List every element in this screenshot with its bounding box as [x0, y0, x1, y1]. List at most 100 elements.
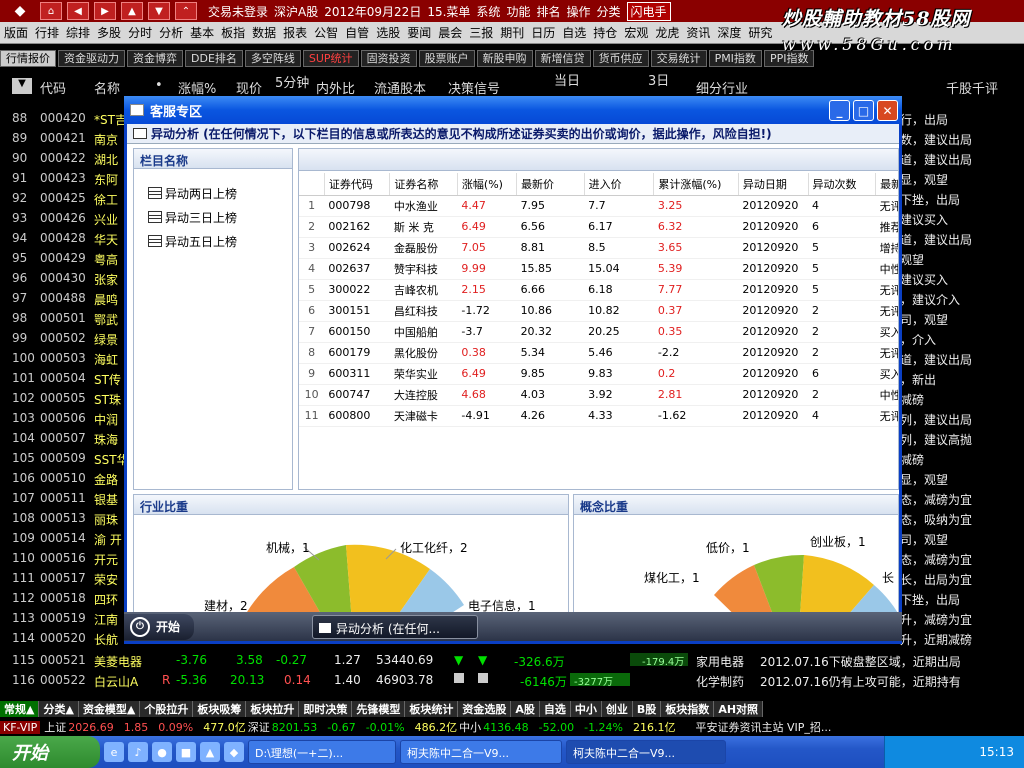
column-dropdown-icon[interactable]: ▼ — [12, 78, 32, 94]
menu-item[interactable]: 数据 — [252, 24, 276, 41]
menu-item[interactable]: 晨会 — [438, 24, 462, 41]
news-ticker[interactable]: 平安证券资讯主站 VIP_招... — [696, 719, 832, 735]
category-tab[interactable]: 资金模型▲ — [78, 701, 141, 717]
category-tab[interactable]: 资金选股 — [458, 701, 512, 717]
category-tab[interactable]: 中小 — [570, 701, 602, 717]
tab-item[interactable]: DDE排名 — [185, 49, 243, 67]
tab-item[interactable]: 货币供应 — [592, 49, 649, 67]
tab-item[interactable]: 行情报价 — [0, 49, 56, 67]
tab-item[interactable]: SUP统计 — [302, 49, 359, 67]
category-tab[interactable]: B股 — [632, 701, 662, 717]
grid-header-cell[interactable]: 累计涨幅(%) — [653, 173, 739, 196]
menu-item[interactable]: 深度 — [717, 24, 741, 41]
grid-row[interactable]: 3002624金磊股份7.058.818.53.65201209205增持 — [299, 237, 898, 259]
category-tab[interactable]: 先锋模型 — [352, 701, 406, 717]
kf-vip-label[interactable]: KF-VIP — [0, 720, 41, 734]
menu-item[interactable]: 期刊 — [500, 24, 524, 41]
grid-header-cell[interactable]: 异动次数 — [808, 173, 877, 196]
title-item[interactable]: 分类 — [596, 3, 620, 20]
grid-row[interactable]: 6 300151 昌红科技 -1.72 10.86 10.82 0.37 20120920 2 无… — [299, 300, 898, 322]
category-tab[interactable]: 即时决策 — [299, 701, 353, 717]
dialog-titlebar[interactable]: 客服专区 _ □ ✕ — [124, 96, 902, 124]
trade-icon[interactable]: ▲ — [200, 742, 220, 762]
menu-item[interactable]: 分析 — [159, 24, 183, 41]
grid-header-cell[interactable]: 进入价 — [584, 173, 655, 196]
col-comment[interactable]: 千股千评 — [946, 78, 998, 97]
task-app-2[interactable]: 柯夫陈中二合一V9... — [566, 740, 726, 764]
grid-header-cell[interactable] — [299, 173, 325, 196]
back-icon[interactable]: ◀ — [67, 2, 89, 20]
category-tab[interactable]: AH对照 — [714, 701, 764, 717]
grid-header-cell[interactable]: 异动日期 — [738, 173, 809, 196]
col-code[interactable]: 代码 — [40, 78, 66, 97]
menu-item[interactable]: 多股 — [97, 24, 121, 41]
title-item[interactable]: 功能 — [506, 3, 530, 20]
menu-item[interactable]: 行排 — [35, 24, 59, 41]
menu-item[interactable]: 版面 — [4, 24, 28, 41]
grid-row[interactable]: 1000798中水渔业4.477.957.73.25201209204无评级 — [299, 195, 898, 217]
grid-row[interactable]: 7600150中国船舶-3.720.3220.250.35201209202买入 — [299, 321, 898, 343]
category-tab[interactable]: 板块拉升 — [246, 701, 300, 717]
menu-item[interactable]: 资讯 — [686, 24, 710, 41]
menu-item[interactable]: 选股 — [376, 24, 400, 41]
category-tab[interactable]: 常规▲ — [0, 701, 40, 717]
grid-row[interactable]: 10600747大连控股4.684.033.922.81201209202中性 — [299, 384, 898, 406]
grid-header-cell[interactable]: 涨幅(%) — [457, 173, 518, 196]
category-tab[interactable]: 创业 — [601, 701, 633, 717]
tab-item[interactable]: 新增信贷 — [534, 49, 591, 67]
tab-item[interactable]: 资金博弈 — [127, 49, 183, 67]
table-row[interactable]: 115 000521 美菱电器 -3.76 3.58 -0.27 1.27 53… — [0, 650, 1024, 670]
menu-item[interactable]: 综排 — [66, 24, 90, 41]
grid-header-cell[interactable]: 最新价 — [516, 173, 585, 196]
col-change[interactable]: 涨幅% — [178, 78, 216, 97]
tab-item[interactable]: 新股申购 — [476, 49, 533, 67]
down-icon[interactable]: ▼ — [148, 2, 170, 20]
start-button[interactable]: 开始 — [0, 736, 100, 768]
maximize-icon[interactable]: □ — [853, 100, 874, 121]
category-tab[interactable]: A股 — [511, 701, 540, 717]
grid-header-cell[interactable]: 证券名称 — [389, 173, 458, 196]
list-item[interactable]: 异动两日上榜 — [148, 183, 237, 203]
ie-icon[interactable]: e — [104, 742, 124, 762]
category-tab[interactable]: 板块指数 — [661, 701, 715, 717]
menu-item[interactable]: 分时 — [128, 24, 152, 41]
list-item[interactable]: 异动五日上榜 — [148, 231, 237, 251]
title-item[interactable]: 15.菜单 — [427, 3, 470, 20]
app-icon[interactable]: ■ — [176, 742, 196, 762]
menu-item[interactable]: 日历 — [531, 24, 555, 41]
tab-item[interactable]: 股票账户 — [418, 49, 475, 67]
category-tab[interactable]: 自选 — [539, 701, 571, 717]
table-row[interactable]: 116 000522 白云山A R -5.36 20.13 0.14 1.40 … — [0, 670, 1024, 690]
col-price[interactable]: 现价 — [236, 78, 262, 97]
grid-row[interactable]: 9600311荣华实业6.499.859.830.2201209206买入 — [299, 363, 898, 385]
title-item[interactable]: 系统 — [476, 3, 500, 20]
home-icon[interactable]: ⌂ — [40, 2, 62, 20]
task-app-1[interactable]: 柯夫陈中二合一V9... — [400, 740, 562, 764]
grid-header-cell[interactable]: 最新评级 — [875, 173, 898, 196]
category-tab[interactable]: 分类▲ — [39, 701, 79, 717]
close-icon[interactable]: ✕ — [877, 100, 898, 121]
grid-header-cell[interactable]: 证券代码 — [324, 173, 391, 196]
menu-item[interactable]: 自选 — [562, 24, 586, 41]
tab-item[interactable]: PMI指数 — [708, 49, 762, 67]
menu-item[interactable]: 研究 — [748, 24, 772, 41]
forward-icon[interactable]: ▶ — [94, 2, 116, 20]
dialog-task-item[interactable]: 异动分析 (在任何... — [312, 614, 478, 639]
tab-item[interactable]: 交易统计 — [650, 49, 707, 67]
grid-row[interactable]: 2002162斯 米 克6.496.566.176.32201209206推荐 — [299, 216, 898, 238]
tab-item[interactable]: 固资投资 — [360, 49, 417, 67]
tab-item[interactable]: 多空阵线 — [244, 49, 301, 67]
category-tab[interactable]: 板块统计 — [405, 701, 459, 717]
menu-item[interactable]: 要闻 — [407, 24, 431, 41]
title-item[interactable]: 深沪A股 — [274, 3, 318, 20]
chart-icon[interactable]: ◆ — [224, 742, 244, 762]
clock[interactable]: 15:13 — [979, 745, 1014, 759]
col-today[interactable]: 当日 — [554, 70, 580, 89]
menu-item[interactable]: 基本 — [190, 24, 214, 41]
menu-item[interactable]: 板指 — [221, 24, 245, 41]
col-signal[interactable]: 决策信号 — [448, 78, 500, 97]
security-icon[interactable]: ● — [152, 742, 172, 762]
category-tab[interactable]: 个股拉升 — [140, 701, 194, 717]
flash-trade-button[interactable]: 闪电手 — [626, 1, 671, 21]
menu-item[interactable]: 宏观 — [624, 24, 648, 41]
